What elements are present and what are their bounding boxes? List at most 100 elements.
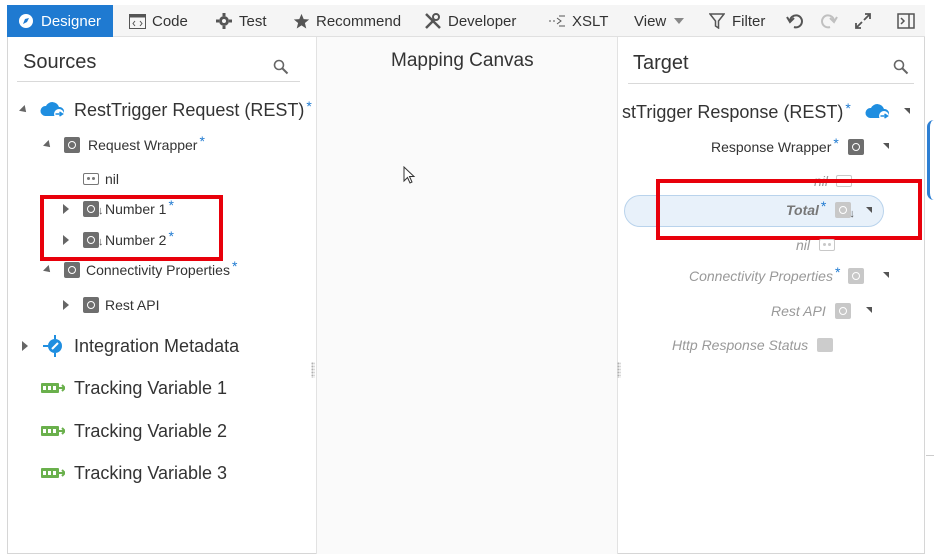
tracking-variable-2-label: Tracking Variable 2 xyxy=(74,420,228,441)
source-rest-api-node[interactable]: Rest API xyxy=(63,296,159,314)
toolbar: Designer Code Test Recommend Developer X… xyxy=(7,5,925,37)
source-nil-node[interactable]: nil xyxy=(83,170,119,188)
integration-metadata-icon xyxy=(43,335,62,357)
source-connectivity-node[interactable]: Connectivity Properties * xyxy=(43,258,238,279)
complex-element-icon xyxy=(64,137,80,153)
tab-xslt-label: XSLT xyxy=(572,12,609,30)
http-response-status-label: Http Response Status xyxy=(672,337,809,353)
search-icon[interactable] xyxy=(893,59,909,75)
collapse-arrow-icon[interactable] xyxy=(904,108,910,114)
text-field-icon xyxy=(817,338,834,352)
tab-test[interactable]: Test xyxy=(215,5,267,37)
tab-test-label: Test xyxy=(239,12,267,30)
collapse-arrow-icon[interactable] xyxy=(866,307,872,313)
collapse-arrow-icon[interactable] xyxy=(19,105,29,115)
required-marker: * xyxy=(845,100,851,116)
tracking-variable-1[interactable]: Tracking Variable 1 xyxy=(41,377,227,399)
source-rest-api-label: Rest API xyxy=(105,297,160,313)
collapse-arrow-icon[interactable] xyxy=(43,140,53,150)
tab-designer-label: Designer xyxy=(41,12,102,30)
star-icon xyxy=(292,12,310,30)
xslt-icon xyxy=(548,12,566,30)
cloud-rest-icon xyxy=(40,102,65,119)
collapse-panel-button[interactable] xyxy=(897,5,915,37)
attribute-icon xyxy=(819,239,836,251)
mapping-canvas[interactable] xyxy=(316,37,618,554)
mapping-canvas-title: Mapping Canvas xyxy=(391,50,534,71)
integration-metadata-node[interactable]: Integration Metadata xyxy=(22,335,239,357)
right-edge-background xyxy=(925,37,934,554)
response-wrapper-label: Response Wrapper xyxy=(711,139,832,155)
redo-icon xyxy=(821,14,838,29)
tracking-variable-icon xyxy=(41,468,65,478)
tools-icon xyxy=(424,12,442,30)
sources-title: Sources xyxy=(23,51,97,73)
response-wrapper-node[interactable]: Response Wrapper * xyxy=(711,135,864,156)
expand-button[interactable] xyxy=(854,5,872,37)
tracking-variable-icon xyxy=(41,383,65,393)
undo-button[interactable] xyxy=(786,5,804,37)
right-edge-divider xyxy=(926,455,934,456)
tab-developer[interactable]: Developer xyxy=(424,5,516,37)
filter-button[interactable]: Filter xyxy=(708,5,765,37)
collapse-arrow-icon[interactable] xyxy=(883,272,889,278)
target-connectivity-label: Connectivity Properties xyxy=(689,268,833,284)
complex-element-icon xyxy=(847,139,864,155)
source-root-node[interactable]: RestTrigger Request (REST) * xyxy=(19,98,312,121)
view-menu[interactable]: View xyxy=(634,5,685,37)
undo-icon xyxy=(786,14,803,29)
target-connectivity-node[interactable]: Connectivity Properties * xyxy=(689,264,865,285)
target-rest-api-label: Rest API xyxy=(771,303,826,319)
tracking-variable-2[interactable]: Tracking Variable 2 xyxy=(41,420,227,442)
cloud-rest-icon xyxy=(865,104,889,121)
expand-arrow-icon[interactable] xyxy=(22,341,28,351)
tracking-variable-icon xyxy=(41,426,65,436)
target-divider xyxy=(628,83,914,84)
tab-xslt[interactable]: XSLT xyxy=(548,5,608,37)
required-marker: * xyxy=(306,98,312,114)
redo-button[interactable] xyxy=(820,5,838,37)
left-splitter-handle[interactable] xyxy=(311,362,315,378)
complex-element-icon xyxy=(64,262,80,278)
integration-metadata-label: Integration Metadata xyxy=(74,335,240,356)
tab-developer-label: Developer xyxy=(448,12,517,30)
complex-element-icon xyxy=(848,268,865,284)
sources-divider xyxy=(17,81,300,82)
request-wrapper-node[interactable]: Request Wrapper * xyxy=(43,133,205,154)
filter-label: Filter xyxy=(732,12,766,30)
complex-element-icon xyxy=(83,297,99,313)
collapse-arrow-icon[interactable] xyxy=(883,143,889,149)
search-icon[interactable] xyxy=(273,59,289,75)
filter-icon xyxy=(708,12,726,30)
target-root-label: stTrigger Response (REST) xyxy=(622,101,844,122)
required-marker: * xyxy=(833,135,839,151)
tab-recommend-label: Recommend xyxy=(316,12,402,30)
http-response-status-node[interactable]: Http Response Status xyxy=(672,336,834,354)
tracking-variable-3[interactable]: Tracking Variable 3 xyxy=(41,462,227,484)
gear-icon xyxy=(215,12,233,30)
target-title: Target xyxy=(633,52,689,74)
required-marker: * xyxy=(231,258,238,274)
required-marker: * xyxy=(199,133,205,149)
tab-designer[interactable]: Designer xyxy=(7,5,114,37)
target-rest-api-node[interactable]: Rest API xyxy=(771,302,851,320)
tab-recommend[interactable]: Recommend xyxy=(292,5,401,37)
collapse-arrow-icon[interactable] xyxy=(43,265,53,275)
target-highlight-box xyxy=(656,179,922,240)
target-root-node[interactable]: stTrigger Response (REST) * xyxy=(622,100,891,123)
attribute-icon xyxy=(83,173,99,185)
tracking-variable-3-label: Tracking Variable 3 xyxy=(74,462,228,483)
source-nil-label: nil xyxy=(105,171,120,187)
right-splitter-handle[interactable] xyxy=(617,362,621,378)
source-connectivity-label: Connectivity Properties xyxy=(86,262,230,278)
view-menu-label: View xyxy=(634,12,667,30)
required-marker: * xyxy=(834,264,841,280)
panel-toggle-icon xyxy=(897,13,915,29)
source-highlight-box xyxy=(40,195,223,261)
tab-code[interactable]: Code xyxy=(128,5,188,37)
expand-icon xyxy=(855,13,871,29)
tracking-variable-1-label: Tracking Variable 1 xyxy=(74,377,228,398)
expand-arrow-icon[interactable] xyxy=(63,300,69,310)
target-nil-node[interactable]: nil xyxy=(796,236,836,254)
mouse-cursor-icon xyxy=(403,166,416,184)
